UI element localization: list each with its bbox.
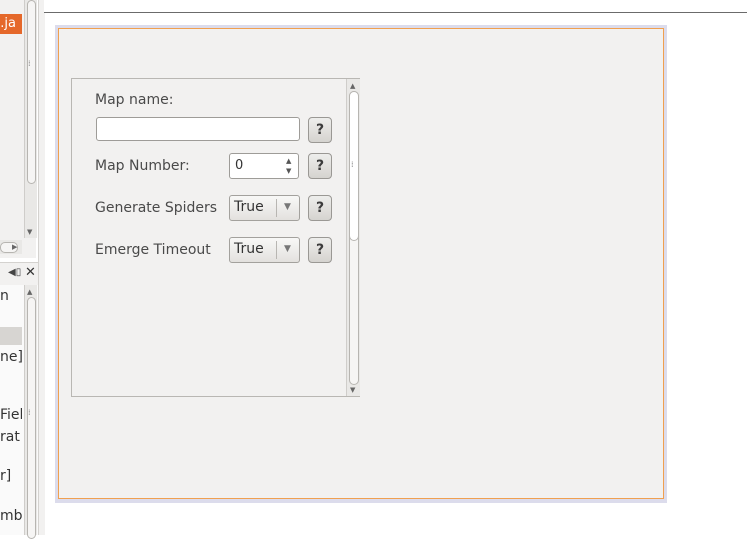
emerge-timeout-help-button[interactable]: ? xyxy=(308,237,332,263)
generate-spiders-help-button[interactable]: ? xyxy=(308,195,332,221)
list-item[interactable]: ne] xyxy=(0,349,22,365)
arrow-right-icon[interactable]: ▶ xyxy=(12,243,17,251)
chevron-down-icon: ▼ xyxy=(284,244,291,254)
arrow-down-icon[interactable]: ▼ xyxy=(27,228,32,236)
arrow-up-icon[interactable]: ▲ xyxy=(27,288,32,296)
list-item[interactable]: Fiel xyxy=(0,407,22,423)
list-item[interactable]: n xyxy=(0,288,22,304)
list-item[interactable]: rat xyxy=(0,429,22,445)
selected-row[interactable] xyxy=(0,327,22,345)
arrow-down-icon[interactable]: ▼ xyxy=(350,386,355,394)
top-toolbar-edge xyxy=(44,0,747,13)
left-horizontal-scrollbar[interactable]: ▶ xyxy=(0,240,22,254)
map-name-help-button[interactable]: ? xyxy=(308,117,332,143)
scrollbar-thumb[interactable] xyxy=(27,0,36,184)
list-item[interactable]: r] xyxy=(0,468,22,484)
generate-spiders-label: Generate Spiders xyxy=(95,200,218,216)
chevron-down-icon: ▼ xyxy=(284,202,291,212)
combo-separator xyxy=(276,241,277,259)
left-lower-scrollbar[interactable]: ▲ ⁞ xyxy=(24,285,37,539)
arrow-up-icon[interactable]: ▲ xyxy=(350,82,355,90)
map-number-label: Map Number: xyxy=(95,158,190,174)
map-name-label: Map name: xyxy=(95,92,174,108)
map-number-value: 0 xyxy=(235,158,244,173)
map-number-help-button[interactable]: ? xyxy=(308,153,332,179)
map-number-spinner[interactable]: 0 ▲ ▼ xyxy=(229,153,299,179)
grip-icon: ⁞ xyxy=(28,59,31,68)
scrollbar-thumb[interactable] xyxy=(27,297,36,539)
left-top-scrollbar[interactable]: ⁞ ▼ xyxy=(24,0,37,238)
generate-spiders-combo[interactable]: True ▼ xyxy=(229,195,300,221)
emerge-timeout-value: True xyxy=(234,241,264,257)
close-icon[interactable]: ✕ xyxy=(25,265,36,280)
list-item[interactable]: mbo xyxy=(0,508,22,524)
left-lower-header: ◀▯ ✕ xyxy=(0,262,38,286)
editor-tab-fragment[interactable]: n.ja xyxy=(0,14,22,34)
grip-icon: ⁞ xyxy=(28,408,31,417)
combo-separator xyxy=(276,199,277,217)
grip-icon: ⁞ xyxy=(351,160,354,169)
spin-up-icon[interactable]: ▲ xyxy=(286,157,291,165)
pane-divider[interactable] xyxy=(38,0,45,535)
emerge-timeout-label: Emerge Timeout xyxy=(95,242,211,258)
generate-spiders-value: True xyxy=(234,199,264,215)
map-name-input[interactable] xyxy=(96,117,300,141)
emerge-timeout-combo[interactable]: True ▼ xyxy=(229,237,300,263)
speaker-icon[interactable]: ◀▯ xyxy=(8,267,21,278)
spin-down-icon[interactable]: ▼ xyxy=(286,167,291,175)
form-panel-scrollbar[interactable]: ▲ ⁞ ▼ xyxy=(346,79,360,396)
